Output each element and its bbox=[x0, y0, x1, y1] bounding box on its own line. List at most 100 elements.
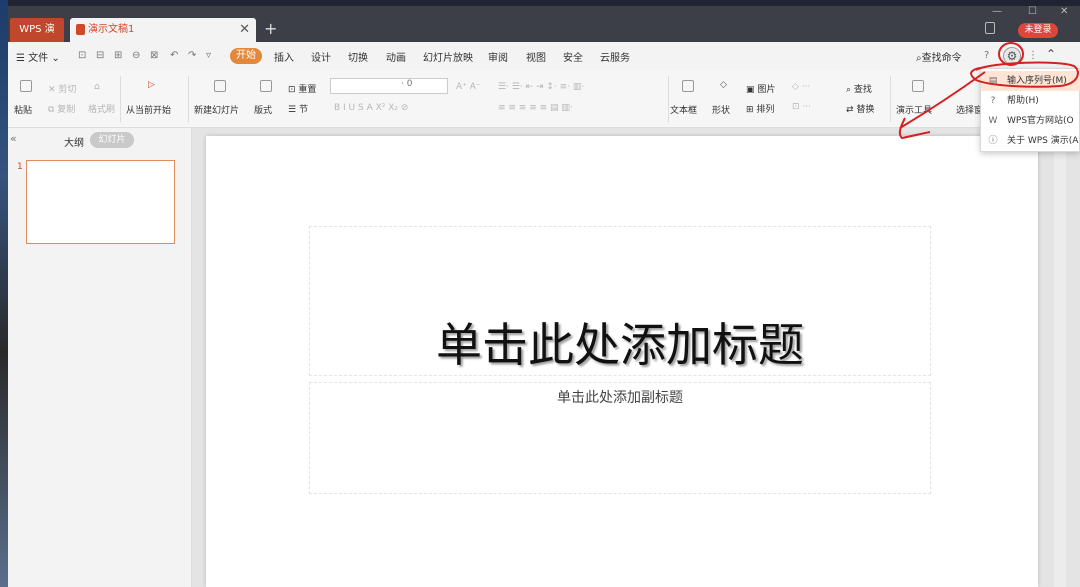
tab-review[interactable]: 审阅 bbox=[488, 49, 508, 64]
copy-label: 复制 bbox=[57, 105, 76, 115]
login-button[interactable]: 未登录 bbox=[1018, 23, 1058, 38]
tab-slideshow[interactable]: 幻灯片放映 bbox=[423, 49, 473, 64]
tab-animation[interactable]: 动画 bbox=[386, 49, 406, 64]
about-icon: ⓘ bbox=[988, 136, 998, 146]
find-command[interactable]: ⌕查找命令 bbox=[916, 49, 962, 64]
tab-design[interactable]: 设计 bbox=[311, 49, 331, 64]
menu-item-wps-website[interactable]: W WPS官方网站(O bbox=[981, 111, 1080, 131]
cut-label: 剪切 bbox=[58, 85, 77, 95]
replace-button[interactable]: ⇄ 替换 bbox=[846, 102, 874, 115]
menu-item-label: 关于 WPS 演示(A bbox=[1007, 136, 1079, 146]
reset-label: 重置 bbox=[298, 85, 317, 95]
vertical-scrollbar[interactable] bbox=[1054, 128, 1066, 587]
customize-icon[interactable]: ▿ bbox=[206, 50, 211, 61]
wps-presentation-window: WPS 演示 演示文稿1 ✕ + — ☐ ✕ 未登录 ☰ 文件 ⌄ ⊡ ⊟ ⊞ … bbox=[8, 6, 1080, 587]
menu-item-about[interactable]: ⓘ 关于 WPS 演示(A bbox=[981, 131, 1080, 151]
paste-button[interactable]: 粘贴 bbox=[14, 103, 32, 116]
slide-thumbnail[interactable] bbox=[26, 160, 175, 244]
close-tab-icon[interactable]: ✕ bbox=[239, 18, 250, 42]
tab-slides[interactable]: 幻灯片 bbox=[90, 132, 134, 148]
find-button[interactable]: ⌕ 查找 bbox=[846, 82, 872, 95]
hamburger-icon: ☰ bbox=[16, 53, 25, 64]
textbox-icon[interactable] bbox=[682, 80, 694, 92]
font-size-value: 0 bbox=[406, 79, 413, 89]
presentation-tools-icon[interactable] bbox=[912, 80, 924, 92]
tab-security[interactable]: 安全 bbox=[563, 49, 583, 64]
new-slide-icon[interactable] bbox=[214, 80, 226, 92]
file-menu-label: 文件 bbox=[28, 53, 49, 64]
tab-transition[interactable]: 切换 bbox=[348, 49, 368, 64]
section-label: 节 bbox=[298, 105, 308, 115]
format-painter-icon[interactable]: ⌂ bbox=[94, 82, 100, 92]
ribbon-divider bbox=[120, 76, 121, 122]
textbox-button[interactable]: 文本框 bbox=[670, 103, 697, 116]
title-placeholder[interactable]: 单击此处添加标题 bbox=[309, 226, 931, 376]
file-menu[interactable]: ☰ 文件 ⌄ bbox=[16, 49, 60, 64]
font-grow-icon[interactable]: A⁺ A⁻ bbox=[456, 82, 481, 92]
serial-number-icon: ▤ bbox=[988, 76, 998, 86]
arrange-button[interactable]: ⊞ 排列 bbox=[746, 102, 774, 115]
maximize-icon[interactable]: ☐ bbox=[1028, 6, 1037, 17]
help-icon: ? bbox=[990, 96, 996, 106]
presentation-tools-button[interactable]: 演示工具 bbox=[896, 103, 932, 116]
align-icons[interactable]: ≡ ≡ ≡ ≡ ≡ ▤ ▥· bbox=[498, 103, 573, 113]
find-label: 查找 bbox=[853, 85, 872, 95]
font-size-input[interactable]: · 0 bbox=[401, 79, 412, 89]
document-tab-label: 演示文稿1 bbox=[88, 24, 135, 35]
tab-document[interactable]: 演示文稿1 ✕ bbox=[70, 18, 256, 42]
reset-button[interactable]: ⊡ 重置 bbox=[288, 82, 316, 95]
tab-outline[interactable]: 大纲 bbox=[64, 134, 84, 149]
collapse-panel-icon[interactable]: « bbox=[10, 132, 17, 145]
undo-icon[interactable]: ↶ bbox=[170, 50, 178, 61]
copy-button[interactable]: ⧉ 复制 bbox=[48, 102, 75, 115]
tab-wps-presentation[interactable]: WPS 演示 bbox=[10, 18, 64, 59]
new-slide-button[interactable]: 新建幻灯片 bbox=[194, 103, 239, 116]
fill-icon[interactable]: ⊡ ··· bbox=[792, 102, 811, 112]
output-pdf-icon[interactable]: ⊞ bbox=[114, 50, 122, 61]
chevron-down-icon: ⌄ bbox=[51, 53, 60, 64]
open-icon[interactable]: ⊡ bbox=[78, 50, 86, 61]
text-format-icons[interactable]: B I U S A X² X₂ ⊘ bbox=[334, 103, 408, 113]
menu-bar: ☰ 文件 ⌄ ⊡ ⊟ ⊞ ⊖ ⊠ ↶ ↷ ▿ 开始 插入 设计 切换 动画 幻灯… bbox=[8, 42, 1080, 70]
settings-dropdown-menu: ▤ 输入序列号(M) ? 帮助(H) W WPS官方网站(O ⓘ 关于 WPS … bbox=[980, 68, 1080, 152]
save-icon[interactable]: ⊟ bbox=[96, 50, 104, 61]
tab-view[interactable]: 视图 bbox=[526, 49, 546, 64]
layout-button[interactable]: 版式 bbox=[254, 103, 272, 116]
menu-item-serial-number[interactable]: ▤ 输入序列号(M) bbox=[981, 71, 1080, 91]
format-painter-button[interactable]: 格式刷 bbox=[88, 102, 115, 115]
picture-button[interactable]: ▣ 图片 bbox=[746, 82, 775, 95]
menu-item-help[interactable]: ? 帮助(H) bbox=[981, 91, 1080, 111]
paste-icon[interactable] bbox=[20, 80, 32, 92]
cut-button[interactable]: ✕ 剪切 bbox=[48, 82, 76, 95]
gear-icon[interactable]: ⚙ bbox=[1003, 47, 1021, 65]
ribbon-divider bbox=[890, 76, 891, 122]
redo-icon[interactable]: ↷ bbox=[188, 50, 196, 61]
section-button[interactable]: ☰ 节 bbox=[288, 102, 308, 115]
ribbon-divider bbox=[668, 76, 669, 122]
select-pane-button[interactable]: 选择窗 bbox=[956, 103, 983, 116]
device-icon[interactable] bbox=[985, 22, 995, 34]
close-window-icon[interactable]: ✕ bbox=[1060, 6, 1068, 17]
layout-icon[interactable] bbox=[260, 80, 272, 92]
collapse-ribbon-icon[interactable]: ⌃ bbox=[1046, 47, 1056, 61]
subtitle-placeholder[interactable]: 单击此处添加副标题 bbox=[309, 382, 931, 494]
play-icon[interactable]: ▷ bbox=[148, 80, 155, 90]
slide-canvas[interactable]: 单击此处添加标题 单击此处添加副标题 bbox=[206, 136, 1038, 587]
edit-shape-icon[interactable]: ◇ ··· bbox=[792, 82, 810, 92]
more-icon[interactable]: ⋮ bbox=[1028, 50, 1038, 61]
minimize-icon[interactable]: — bbox=[992, 6, 1002, 17]
shape-button[interactable]: 形状 bbox=[712, 103, 730, 116]
menu-item-label: 帮助(H) bbox=[1007, 96, 1039, 106]
print-preview-icon[interactable]: ⊠ bbox=[150, 50, 158, 61]
list-icons[interactable]: ☰· ☰· ⇤ ⇥ ↕· ≡· ▥· bbox=[498, 82, 584, 92]
font-name-dropdown[interactable] bbox=[330, 78, 448, 94]
help-circle-icon[interactable]: ? bbox=[984, 50, 989, 61]
shape-icon[interactable]: ◇ bbox=[720, 80, 727, 90]
print-icon[interactable]: ⊖ bbox=[132, 50, 140, 61]
new-tab-button[interactable]: + bbox=[264, 19, 277, 39]
tab-start[interactable]: 开始 bbox=[230, 48, 262, 64]
tab-insert[interactable]: 插入 bbox=[274, 49, 294, 64]
tab-cloud[interactable]: 云服务 bbox=[600, 49, 630, 64]
from-current-button[interactable]: 从当前开始 bbox=[126, 103, 171, 116]
wps-logo-icon: W bbox=[988, 116, 998, 126]
